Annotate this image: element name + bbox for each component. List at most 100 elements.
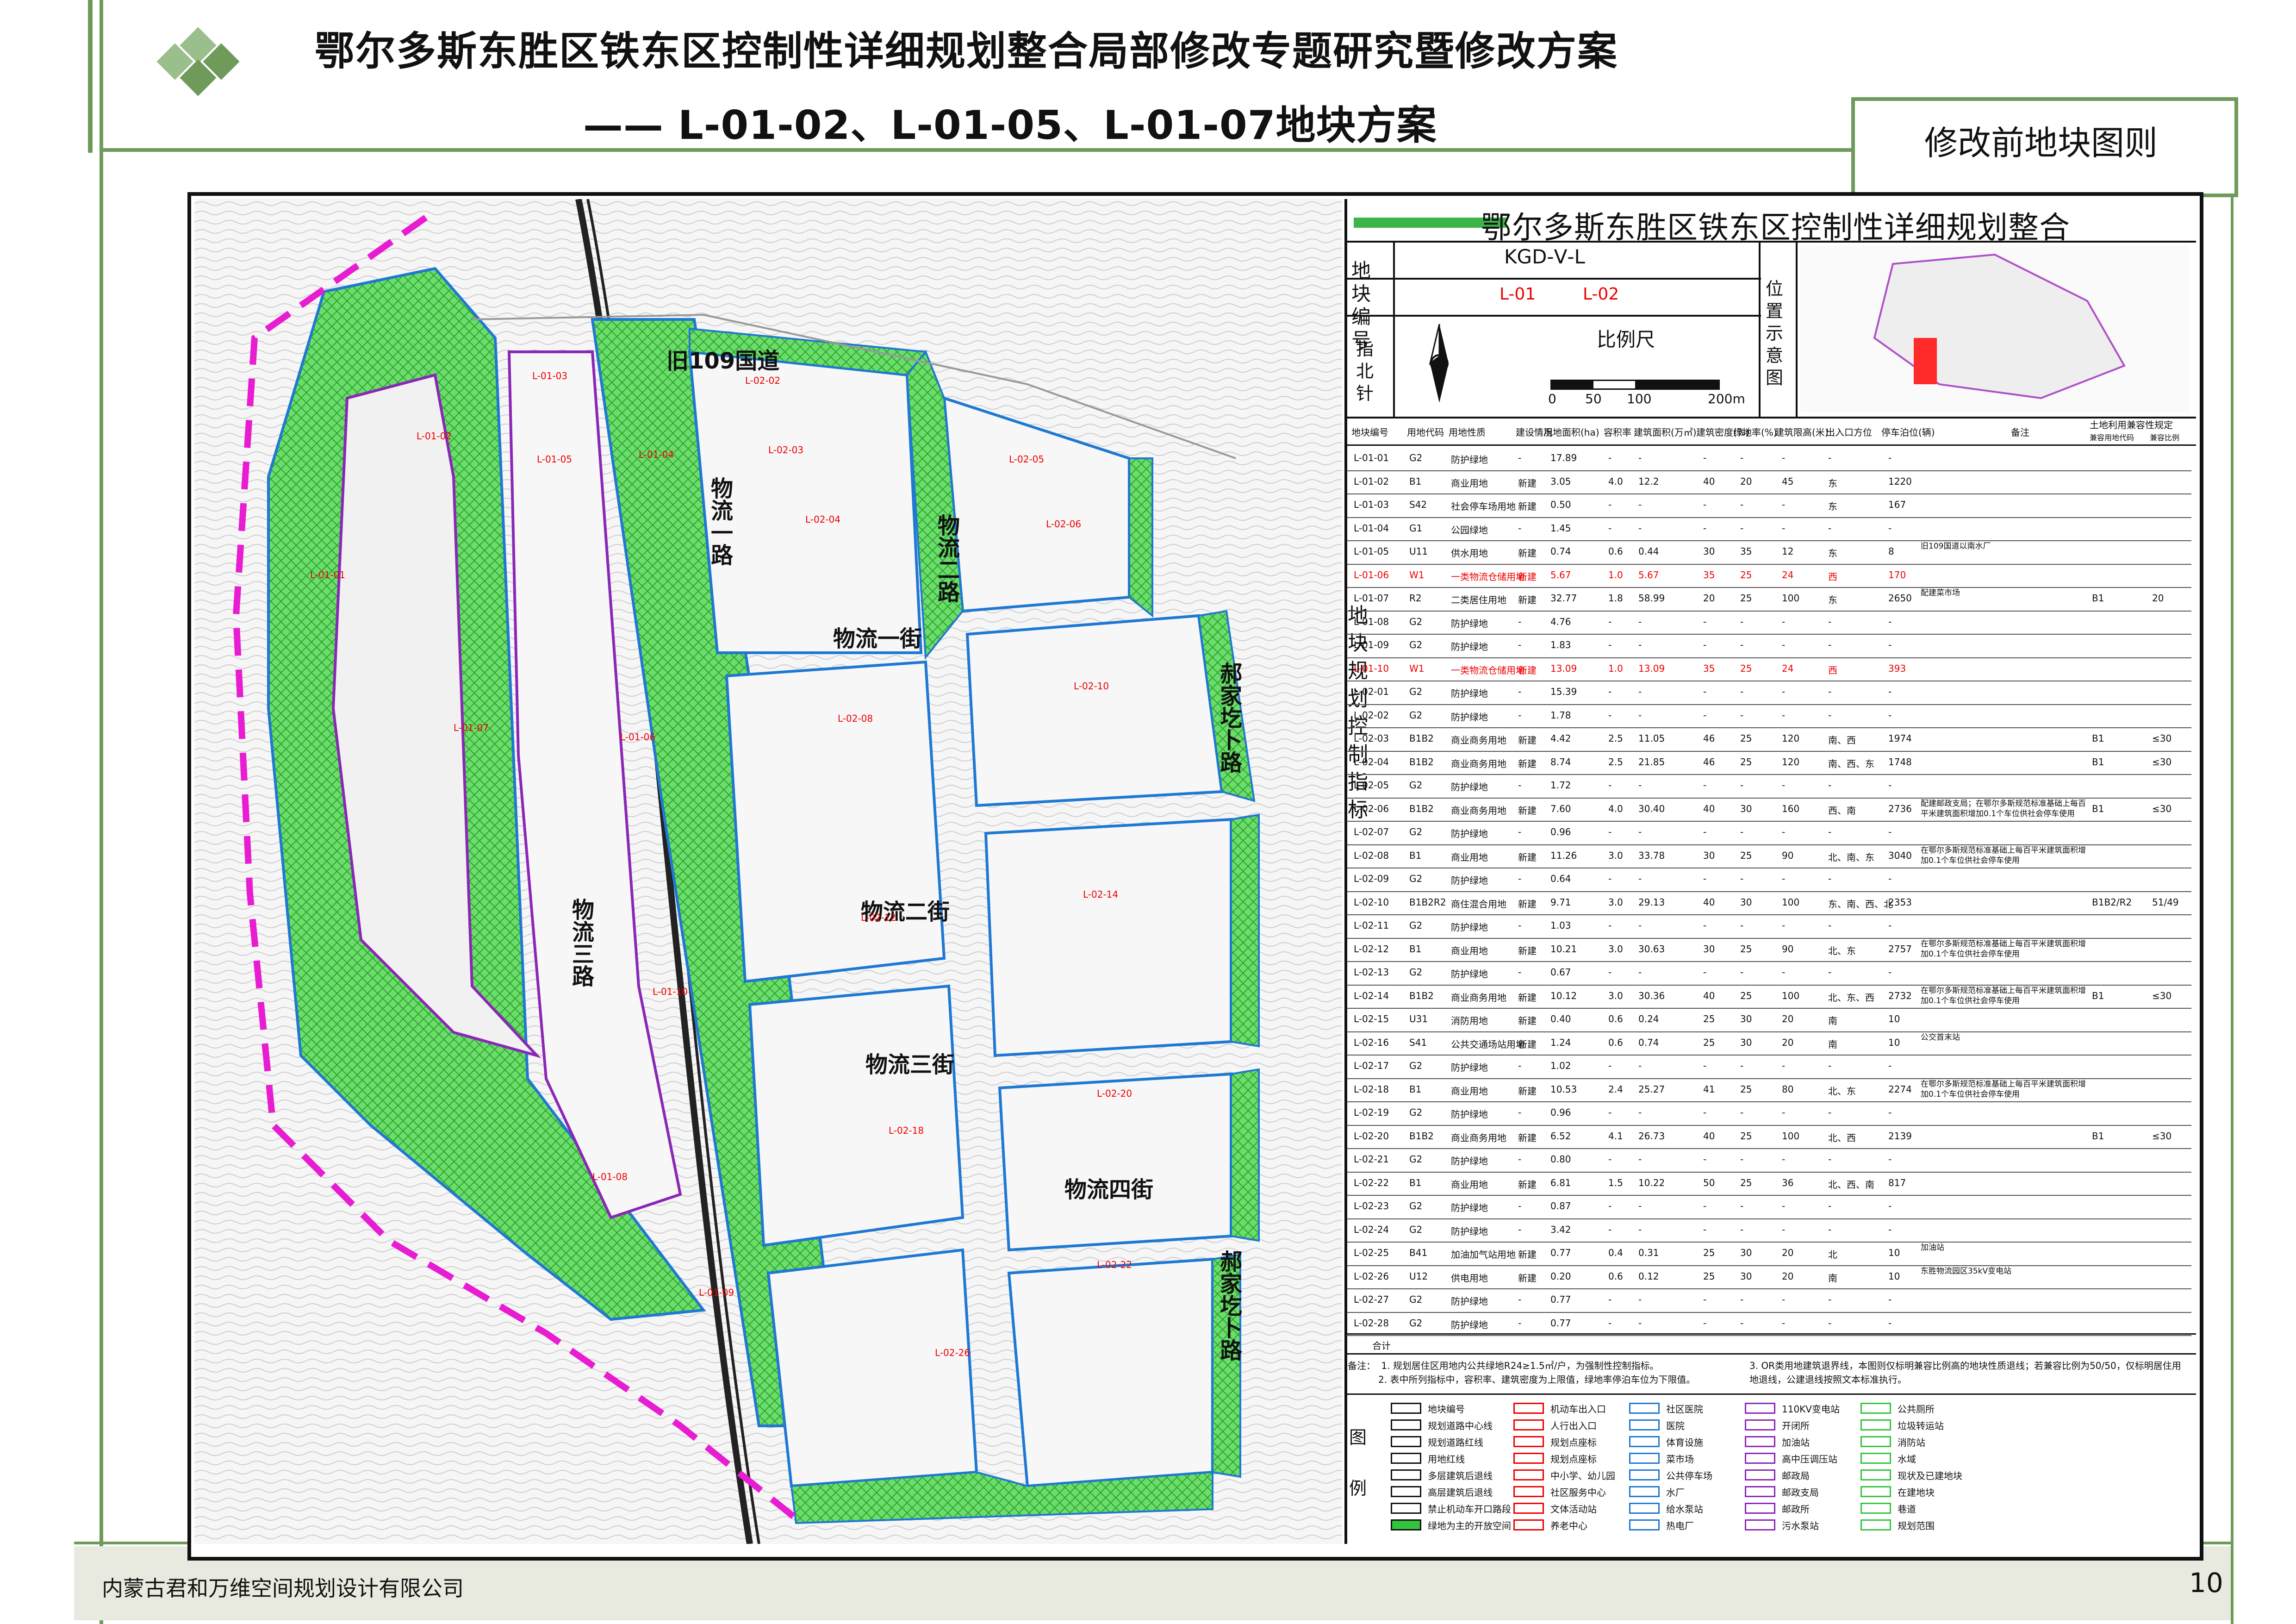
table-cell: 25 (1703, 1247, 1715, 1258)
table-cell: 29.13 (1638, 896, 1665, 908)
table-cell: R2 (1409, 593, 1422, 604)
legend-label: 水域 (1898, 1454, 1916, 1465)
table-cell: 新建 (1518, 898, 1537, 910)
table-cell: - (1782, 1060, 1786, 1071)
parcel-label: L-01-06 (620, 731, 656, 743)
table-cell: - (1703, 522, 1707, 534)
legend-symbol-icon (1629, 1469, 1660, 1480)
legend-symbol-icon (1860, 1436, 1891, 1447)
legend-title: 图例 (1349, 1427, 1367, 1499)
table-cell: 防护绿地 (1451, 875, 1488, 886)
parcel-label: L-02-14 (1083, 889, 1119, 900)
table-cell: - (1782, 826, 1786, 837)
table-cell: G2 (1409, 920, 1423, 931)
legend-symbol-icon (1629, 1436, 1660, 1447)
table-cell: - (1638, 1224, 1642, 1235)
table-cell: G2 (1409, 709, 1423, 721)
legend-label: 污水泵站 (1782, 1520, 1819, 1531)
road-label-haojia-1: 郝家圪卜路 (1216, 662, 1242, 773)
table-cell: - (1782, 639, 1786, 650)
table-cell: - (1703, 709, 1707, 721)
table-cell: B1 (2092, 1130, 2104, 1142)
table-cell: - (1828, 1294, 1832, 1305)
table-cell: - (1828, 920, 1832, 931)
table-cell: 35 (1703, 569, 1715, 581)
table-cell: - (1638, 639, 1642, 650)
legend-symbol-icon (1745, 1453, 1775, 1464)
legend-symbol-icon (1513, 1403, 1544, 1414)
table-cell: - (1782, 1107, 1786, 1118)
table-cell: 0.80 (1550, 1154, 1571, 1165)
table-cell: 20 (1782, 1247, 1794, 1258)
legend-symbol-icon (1629, 1519, 1660, 1530)
legend-label: 规划点座标 (1550, 1454, 1597, 1465)
table-cell: - (1703, 616, 1707, 627)
table-cell: G2 (1409, 639, 1423, 650)
table-cell: 2736 (1888, 803, 1912, 814)
table-cell: 51/49 (2152, 896, 2179, 908)
table-cell: - (1638, 1154, 1642, 1165)
table-cell: 25 (1740, 733, 1752, 744)
table-cell: 15.39 (1550, 686, 1577, 697)
table-cell: 2274 (1888, 1083, 1912, 1095)
table-header: 地块编号 用地代码 用地性质 建设情况 用地面积(ha) 容积率 建筑面积(万㎡… (1344, 417, 2196, 446)
table-cell: W1 (1409, 569, 1425, 581)
parcel-L-02-20 (998, 1072, 1232, 1252)
road-label-wuliu-3-lu: 物流三路 (568, 898, 594, 987)
legend-symbol-icon (1745, 1436, 1775, 1447)
table-cell: L-01-06 (1354, 569, 1389, 581)
rule (1344, 278, 1761, 280)
table-cell: 10.12 (1550, 990, 1577, 1001)
table-cell: B1 (2092, 803, 2104, 814)
table-cell: - (1828, 826, 1832, 837)
table-cell: B1 (2092, 756, 2104, 768)
table-cell: L-01-05 (1354, 546, 1389, 557)
table-cell: 一类物流仓储用地 (1451, 664, 1525, 676)
table-cell: - (1740, 1200, 1744, 1212)
table-cell: 0.6 (1608, 546, 1623, 557)
col-header: 土地利用兼容性规定 (2090, 419, 2173, 431)
table-cell: 商住混合用地 (1451, 898, 1506, 910)
table-cell: 17.89 (1550, 452, 1577, 463)
table-cell: - (1828, 452, 1832, 463)
table-cell: L-02-12 (1354, 943, 1389, 955)
parcel-label: L-02-03 (768, 444, 804, 456)
table-cell: - (1518, 1200, 1522, 1212)
table-cell: 21.85 (1638, 756, 1665, 768)
table-cell: 3.0 (1608, 896, 1623, 908)
table-cell: - (1703, 1060, 1707, 1071)
table-row: L-02-11 G2 防护绿地 - 1.03 - - - - - - - (1347, 914, 2191, 939)
table-cell: - (1608, 499, 1612, 510)
table-cell: - (1518, 709, 1522, 721)
table-cell: - (1608, 452, 1612, 463)
table-cell: L-02-27 (1354, 1294, 1389, 1305)
table-cell: 25 (1740, 1083, 1752, 1095)
north-arrow-icon (1412, 324, 1467, 403)
legend-label: 社区医院 (1666, 1404, 1703, 1415)
table-row: L-02-04 B1B2 商业商务用地 新建 8.74 2.5 21.85 46 25 120 南、… (1347, 751, 2191, 775)
table-cell: 1748 (1888, 756, 1912, 768)
table-row: L-01-04 G1 公园绿地 - 1.45 - - - - - - - (1347, 517, 2191, 541)
legend-symbol-icon (1745, 1486, 1775, 1497)
table-cell: 25 (1740, 943, 1752, 955)
parcel-L-02-10 (965, 614, 1224, 807)
table-cell: - (1518, 873, 1522, 884)
table-cell: 2139 (1888, 1130, 1912, 1142)
frame-left-decoration (19, 0, 93, 153)
table-row: L-02-18 B1 商业用地 新建 10.53 2.4 25.27 41 25 80 北、东 227… (1347, 1078, 2191, 1102)
table-cell: 社会停车场用地 (1451, 501, 1516, 512)
table-cell: 30 (1740, 1247, 1752, 1258)
table-cell: L-02-10 (1354, 896, 1389, 908)
table-cell: 新建 (1518, 1015, 1537, 1026)
parcel-label: L-02-22 (1097, 1259, 1132, 1270)
table-cell: G2 (1409, 1224, 1423, 1235)
table-cell: L-02-22 (1354, 1177, 1389, 1188)
table-cell: 商业商务用地 (1451, 1132, 1506, 1143)
table-cell: L-01-09 (1354, 639, 1389, 650)
table-cell: 30.40 (1638, 803, 1665, 814)
table-row: L-02-14 B1B2 商业商务用地 新建 10.12 3.0 30.36 40 25 100 北… (1347, 985, 2191, 1009)
table-cell: 1.45 (1550, 522, 1571, 534)
table-cell: 1220 (1888, 475, 1912, 487)
table-row: L-01-01 G2 防护绿地 - 17.89 - - - - - - - (1347, 447, 2191, 471)
table-cell: 40 (1703, 990, 1715, 1001)
